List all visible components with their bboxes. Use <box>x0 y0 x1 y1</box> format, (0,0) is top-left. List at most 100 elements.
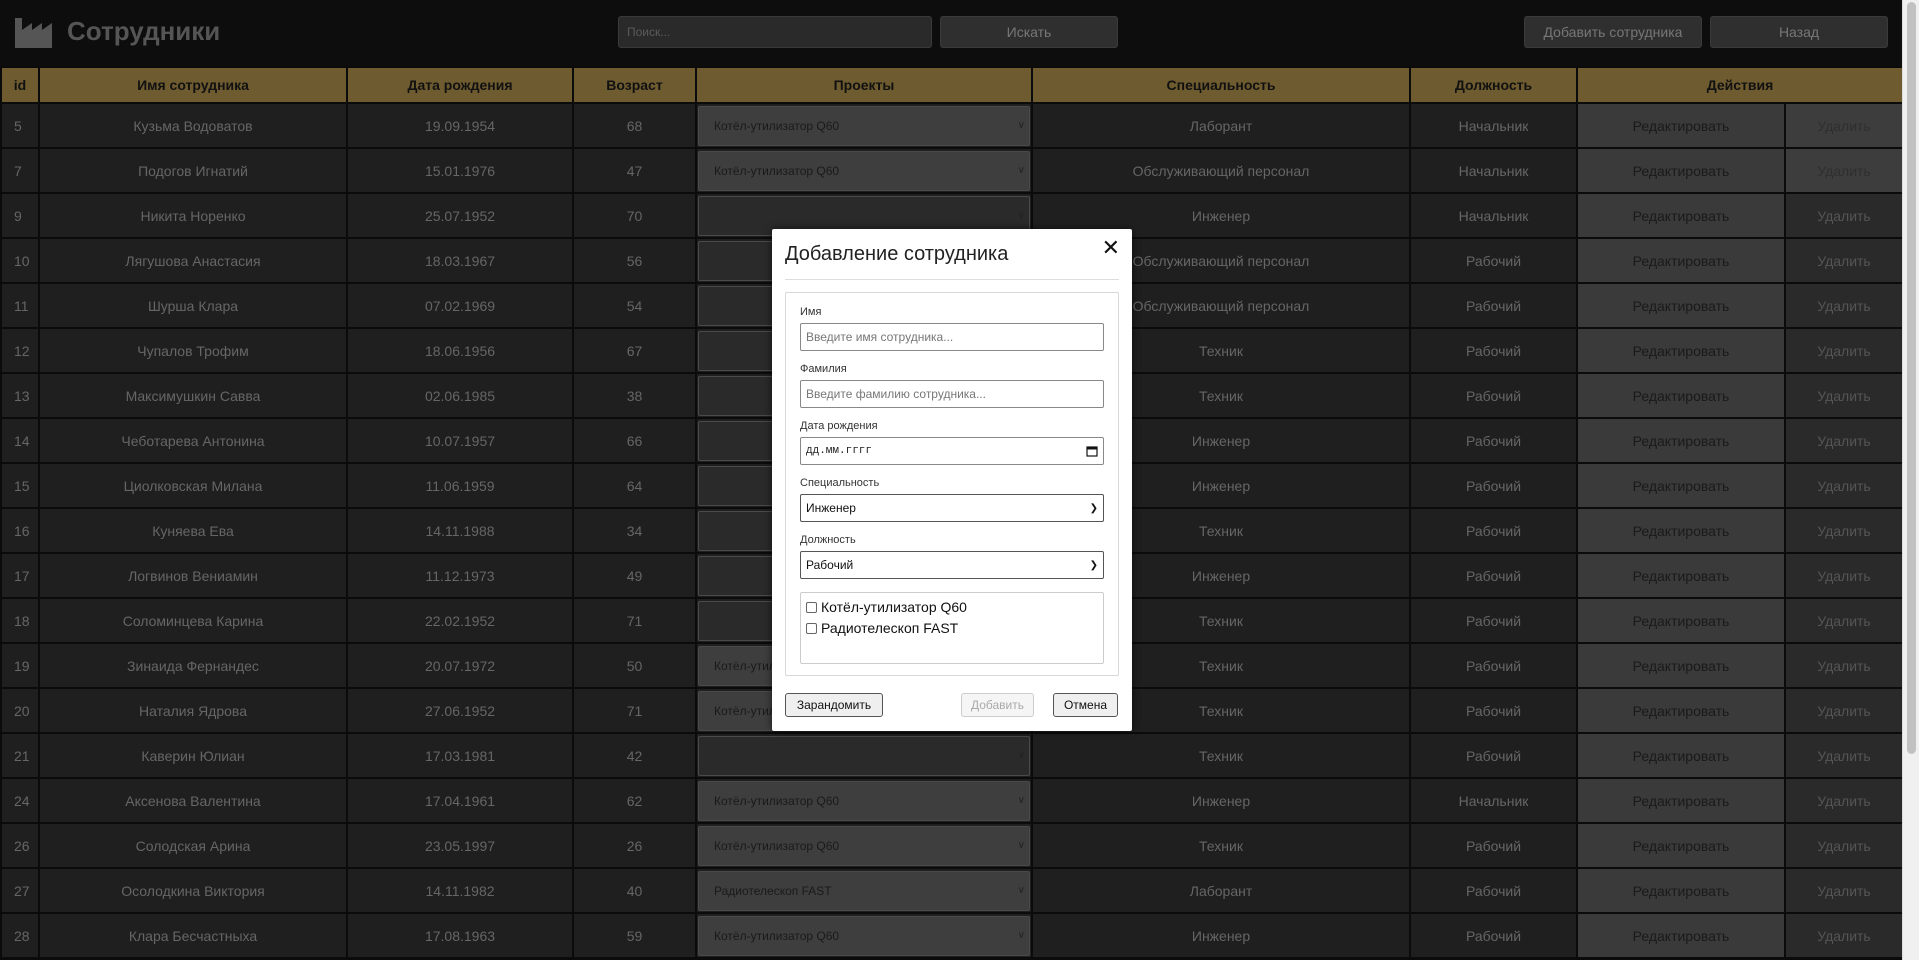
cell-age: 40 <box>572 867 697 914</box>
back-button[interactable]: Назад <box>1710 16 1888 48</box>
cell-id: 28 <box>0 912 40 959</box>
project-select[interactable]: Котёл-утилизатор Q60 ∨ <box>698 780 1030 821</box>
cell-projects: Радиотелескоп FAST ∨ <box>695 867 1033 914</box>
edit-button[interactable]: Редактировать <box>1576 552 1786 599</box>
cell-position: Рабочий <box>1409 822 1578 869</box>
project-select[interactable]: ∨ <box>698 735 1030 776</box>
table-row: 21 Каверин Юлиан 17.03.1981 42 ∨ Техник Рабочи… <box>0 732 1904 779</box>
delete-button[interactable]: Удалить <box>1784 642 1904 689</box>
cell-id: 7 <box>0 147 40 194</box>
edit-button[interactable]: Редактировать <box>1576 597 1786 644</box>
delete-button[interactable]: Удалить <box>1784 282 1904 329</box>
close-icon[interactable]: ✕ <box>1102 235 1120 261</box>
surname-field[interactable] <box>806 387 1098 401</box>
edit-button[interactable]: Редактировать <box>1576 372 1786 419</box>
edit-button[interactable]: Редактировать <box>1576 102 1786 149</box>
delete-button[interactable]: Удалить <box>1784 687 1904 734</box>
table-row: 27 Осолодкина Виктория 14.11.1982 40 Радиоте… <box>0 867 1904 914</box>
specialty-select[interactable]: Инженер ❯ <box>800 494 1104 522</box>
project-select[interactable]: Котёл-утилизатор Q60 ∨ <box>698 915 1030 956</box>
edit-button[interactable]: Редактировать <box>1576 687 1786 734</box>
edit-button[interactable]: Редактировать <box>1576 462 1786 509</box>
name-field[interactable] <box>806 330 1098 344</box>
delete-button[interactable]: Удалить <box>1784 237 1904 284</box>
cell-specialty: Лаборант <box>1031 102 1411 149</box>
chevron-down-icon: ∨ <box>1017 750 1025 761</box>
calendar-icon[interactable] <box>1086 445 1098 457</box>
cell-projects: Котёл-утилизатор Q60 ∨ <box>695 912 1033 959</box>
cell-birth-date: 10.07.1957 <box>346 417 574 464</box>
delete-button[interactable]: Удалить <box>1784 732 1904 779</box>
delete-button[interactable]: Удалить <box>1784 192 1904 239</box>
delete-button[interactable]: Удалить <box>1784 417 1904 464</box>
delete-button[interactable]: Удалить <box>1784 372 1904 419</box>
delete-button[interactable]: Удалить <box>1784 777 1904 824</box>
edit-button[interactable]: Редактировать <box>1576 822 1786 869</box>
project-select[interactable]: Котёл-утилизатор Q60 ∨ <box>698 105 1030 146</box>
cell-id: 21 <box>0 732 40 779</box>
cell-age: 59 <box>572 912 697 959</box>
cell-position: Рабочий <box>1409 642 1578 689</box>
birth-date-field[interactable]: дд.мм.гггг <box>800 437 1104 465</box>
name-label: Имя <box>800 306 822 318</box>
project-checkbox-row[interactable]: Котёл-утилизатор Q60 <box>806 599 967 615</box>
specialty-select-value: Инженер <box>806 501 856 515</box>
factory-icon <box>15 18 52 48</box>
chevron-down-icon: ∨ <box>1017 120 1025 131</box>
delete-button[interactable]: Удалить <box>1784 327 1904 374</box>
cancel-button[interactable]: Отмена <box>1053 693 1118 717</box>
delete-button[interactable]: Удалить <box>1784 597 1904 644</box>
birth-label: Дата рождения <box>800 420 878 432</box>
cell-name: Зинаида Фернандес <box>38 642 348 689</box>
scrollbar-thumb[interactable] <box>1907 2 1916 754</box>
project-select[interactable]: Радиотелескоп FAST ∨ <box>698 870 1030 911</box>
column-header-age: Возраст <box>572 66 697 104</box>
vertical-scrollbar[interactable] <box>1902 0 1919 960</box>
edit-button[interactable]: Редактировать <box>1576 912 1786 959</box>
delete-button[interactable]: Удалить <box>1784 552 1904 599</box>
cell-position: Рабочий <box>1409 462 1578 509</box>
position-select-value: Рабочий <box>806 558 854 572</box>
cell-age: 38 <box>572 372 697 419</box>
chevron-down-icon: ∨ <box>1017 930 1025 941</box>
edit-button[interactable]: Редактировать <box>1576 867 1786 914</box>
edit-button[interactable]: Редактировать <box>1576 417 1786 464</box>
edit-button[interactable]: Редактировать <box>1576 777 1786 824</box>
edit-button[interactable]: Редактировать <box>1576 327 1786 374</box>
project-select[interactable]: Котёл-утилизатор Q60 ∨ <box>698 825 1030 866</box>
edit-button[interactable]: Редактировать <box>1576 732 1786 779</box>
cell-position: Рабочий <box>1409 732 1578 779</box>
page-header: Сотрудники Искать Добавить сотрудника На… <box>0 0 1902 66</box>
search-button[interactable]: Искать <box>940 16 1118 48</box>
delete-button[interactable]: Удалить <box>1784 147 1904 194</box>
delete-button[interactable]: Удалить <box>1784 507 1904 554</box>
submit-add-button[interactable]: Добавить <box>961 693 1034 717</box>
project-checkbox[interactable] <box>806 622 817 634</box>
delete-button[interactable]: Удалить <box>1784 462 1904 509</box>
position-select[interactable]: Рабочий ❯ <box>800 551 1104 579</box>
cell-id: 17 <box>0 552 40 599</box>
delete-button[interactable]: Удалить <box>1784 867 1904 914</box>
edit-button[interactable]: Редактировать <box>1576 147 1786 194</box>
cell-birth-date: 20.07.1972 <box>346 642 574 689</box>
delete-button[interactable]: Удалить <box>1784 102 1904 149</box>
cell-birth-date: 23.05.1997 <box>346 822 574 869</box>
delete-button[interactable]: Удалить <box>1784 912 1904 959</box>
add-employee-button[interactable]: Добавить сотрудника <box>1524 16 1702 48</box>
edit-button[interactable]: Редактировать <box>1576 642 1786 689</box>
randomize-button[interactable]: Зарандомить <box>785 693 883 717</box>
edit-button[interactable]: Редактировать <box>1576 282 1786 329</box>
edit-button[interactable]: Редактировать <box>1576 192 1786 239</box>
edit-button[interactable]: Редактировать <box>1576 237 1786 284</box>
chevron-down-icon: ∨ <box>1017 885 1025 896</box>
cell-age: 54 <box>572 282 697 329</box>
project-checkbox-row[interactable]: Радиотелескоп FAST <box>806 620 958 636</box>
edit-button[interactable]: Редактировать <box>1576 507 1786 554</box>
table-row: 26 Солодская Арина 23.05.1997 26 Котёл-утили… <box>0 822 1904 869</box>
project-select[interactable]: Котёл-утилизатор Q60 ∨ <box>698 150 1030 191</box>
cell-id: 27 <box>0 867 40 914</box>
column-header-actions: Действия <box>1576 66 1904 104</box>
delete-button[interactable]: Удалить <box>1784 822 1904 869</box>
search-input[interactable] <box>618 16 932 48</box>
project-checkbox[interactable] <box>806 601 817 613</box>
